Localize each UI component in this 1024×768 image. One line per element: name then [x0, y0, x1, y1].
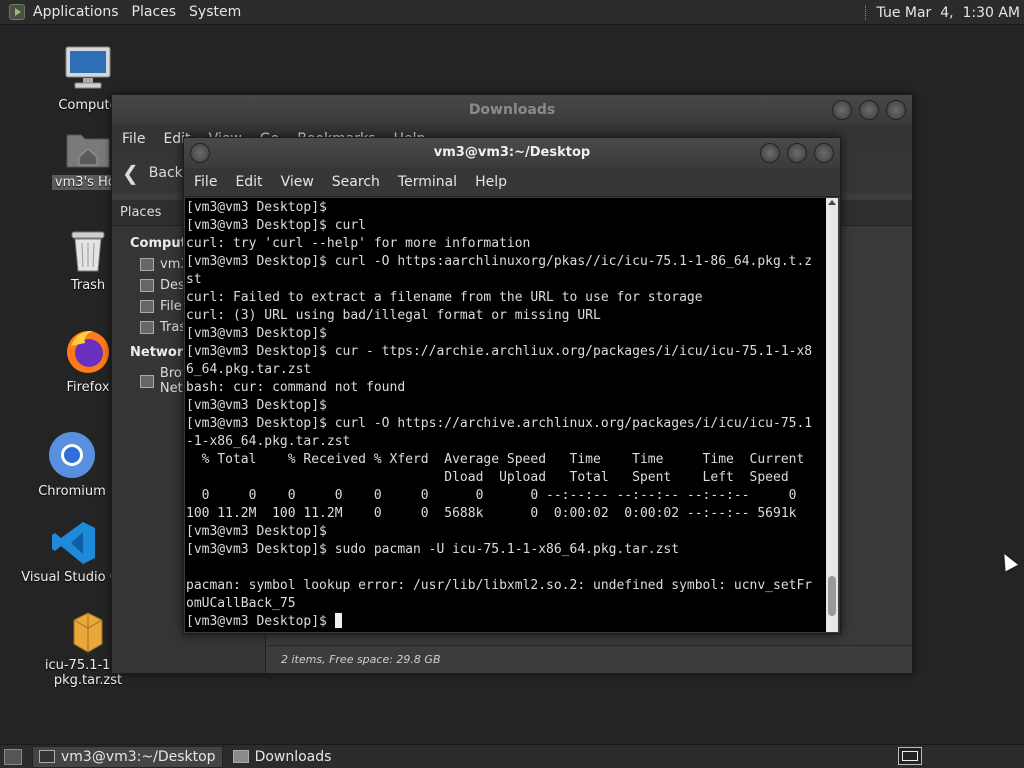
menubar: File Edit View Search Terminal Help [184, 168, 840, 197]
maximize-button[interactable] [787, 143, 807, 163]
vscode-icon [52, 522, 95, 564]
terminal-line: curl: try 'curl --help' for more informa… [186, 236, 531, 251]
trash-icon [140, 321, 154, 334]
terminal-line: [vm3@vm3 Desktop]$ cur - ttps://archie.a… [186, 344, 813, 359]
minimize-button[interactable] [832, 100, 852, 120]
terminal-line: [vm3@vm3 Desktop]$ [186, 200, 327, 215]
terminal-output[interactable]: [vm3@vm3 Desktop]$ [vm3@vm3 Desktop]$ cur… [185, 198, 827, 632]
terminal-line: [vm3@vm3 Desktop]$ [186, 398, 327, 413]
desktop-icon-label: Compute [58, 98, 118, 113]
window-buttons [760, 143, 834, 163]
top-panel: Applications Places System Tue Mar 4, 1:… [0, 0, 1024, 25]
distro-logo-icon[interactable] [9, 4, 25, 20]
back-button[interactable]: Back [149, 165, 183, 181]
terminal-line: 6_64.pkg.tar.zst [186, 362, 312, 377]
menu-search[interactable]: Search [332, 174, 380, 190]
desktop-icon-label-line2: pkg.tar.zst [53, 673, 123, 688]
terminal-line: curl: (3) URL using bad/illegal format o… [186, 308, 601, 323]
desktop-icon-label: Firefox [66, 380, 110, 395]
taskbar-item-label: vm3@vm3:~/Desktop [61, 748, 216, 765]
menu-terminal[interactable]: Terminal [398, 174, 457, 190]
taskbar: vm3@vm3:~/Desktop Downloads [0, 744, 1024, 768]
terminal-icon [39, 750, 55, 763]
network-icon [140, 374, 154, 388]
status-bar: 2 items, Free space: 29.8 GB [267, 645, 912, 673]
folder-icon [232, 750, 249, 763]
taskbar-item-downloads[interactable]: Downloads [227, 746, 338, 768]
close-button[interactable] [886, 100, 906, 120]
desktop-icon-label: Trash [70, 278, 106, 293]
terminal-line: 100 11.2M 100 11.2M 0 0 5688k 0 0:00:02 … [186, 506, 797, 521]
menu-edit[interactable]: Edit [235, 174, 262, 190]
panel-separator [864, 5, 867, 20]
menu-help[interactable]: Help [475, 174, 507, 190]
close-button[interactable] [814, 143, 834, 163]
menu-file[interactable]: File [194, 174, 217, 190]
terminal-line: [vm3@vm3 Desktop]$ [186, 524, 327, 539]
terminal-line: pacman: symbol lookup error: /usr/lib/li… [186, 578, 813, 593]
maximize-button[interactable] [859, 100, 879, 120]
desktop-icon-label: Chromium [38, 484, 106, 499]
terminal-line: -1-x86_64.pkg.tar.zst [186, 434, 351, 449]
package-icon [73, 612, 103, 653]
minimize-button[interactable] [760, 143, 780, 163]
text-cursor [334, 613, 342, 628]
clock[interactable]: Tue Mar 4, 1:30 AM [877, 5, 1020, 21]
back-arrow-icon[interactable]: ❮ [122, 161, 139, 185]
mouse-pointer-icon [998, 550, 1018, 572]
window-title: vm3@vm3:~/Desktop [433, 145, 591, 160]
terminal-line: bash: cur: command not found [186, 380, 406, 395]
clock-area: Tue Mar 4, 1:30 AM [864, 0, 1020, 25]
home-folder-icon [66, 134, 110, 168]
menu-view[interactable]: View [281, 174, 314, 190]
applications-menu[interactable]: Applications [33, 4, 119, 20]
terminal-line: [vm3@vm3 Desktop]$ curl [186, 218, 367, 233]
window-buttons [832, 100, 906, 120]
terminal-line: [vm3@vm3 Desktop]$ curl -O https:aarchli… [186, 254, 813, 269]
terminal-line: 0 0 0 0 0 0 0 0 --:--:-- --:--:-- --:--:… [186, 488, 797, 503]
scroll-up-arrow-icon[interactable] [828, 200, 836, 205]
firefox-icon [67, 330, 109, 373]
taskbar-item-label: Downloads [254, 748, 332, 765]
terminal-line: Dload Upload Total Spent Left Speed [186, 470, 789, 485]
home-icon [140, 258, 154, 271]
system-menu[interactable]: System [189, 4, 241, 20]
terminal-line: omUCallBack_75 [186, 596, 296, 611]
terminal-line: % Total % Received % Xferd Average Speed… [186, 452, 805, 467]
terminal-line: [vm3@vm3 Desktop]$ sudo pacman -U icu-75… [186, 542, 680, 557]
window-titlebar[interactable]: vm3@vm3:~/Desktop [184, 138, 840, 168]
workspace-switcher[interactable] [898, 747, 922, 765]
terminal-line: [vm3@vm3 Desktop]$ [186, 326, 327, 341]
chromium-icon [49, 432, 95, 478]
window-menu-button[interactable] [190, 143, 210, 163]
scrollbar-thumb[interactable] [828, 576, 836, 616]
terminal-line: curl: Failed to extract a filename from … [186, 290, 703, 305]
trash-icon [71, 231, 105, 272]
terminal-line: [vm3@vm3 Desktop]$ curl -O https://archi… [186, 416, 813, 431]
show-desktop-icon[interactable] [4, 748, 22, 765]
desktop-icon [140, 279, 154, 292]
window-titlebar[interactable]: Downloads [112, 95, 912, 125]
computer-icon [65, 46, 111, 89]
terminal-window: vm3@vm3:~/Desktop File Edit View Search … [183, 137, 841, 634]
terminal-prompt: [vm3@vm3 Desktop]$ [186, 614, 335, 629]
places-menu[interactable]: Places [132, 4, 177, 20]
taskbar-item-terminal[interactable]: vm3@vm3:~/Desktop [32, 745, 223, 768]
drive-icon [140, 300, 154, 313]
menu-file[interactable]: File [122, 131, 145, 147]
terminal-scrollbar[interactable] [826, 198, 838, 632]
terminal-prompt-line: [vm3@vm3 Desktop]$ [186, 613, 827, 631]
desktop-icon-chromium[interactable]: Chromium [36, 430, 108, 499]
terminal-line: st [186, 272, 202, 287]
